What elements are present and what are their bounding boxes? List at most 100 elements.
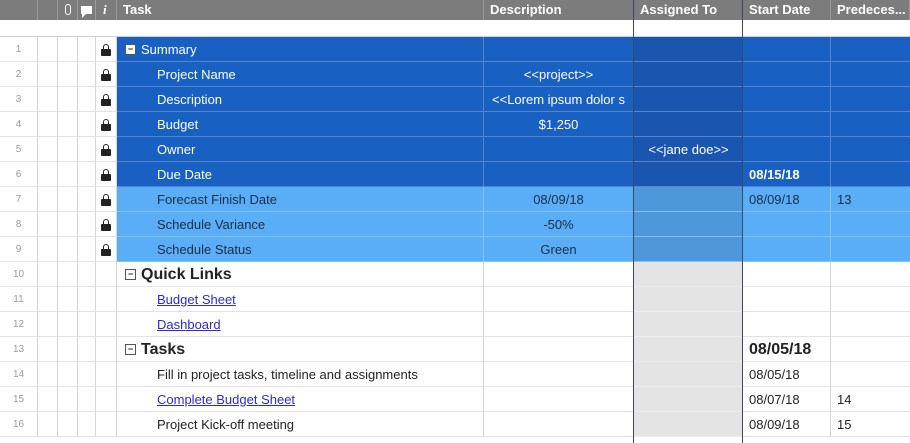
start-date-cell[interactable] [743,62,831,87]
table-row[interactable]: 14 Fill in project tasks, timeline and a… [0,362,910,387]
description-cell[interactable]: $1,250 [484,112,634,137]
predecessors-cell[interactable] [831,162,910,187]
task-cell[interactable]: − Quick Links [117,262,484,287]
comment-cell[interactable] [78,137,96,162]
task-cell[interactable]: Forecast Finish Date [117,187,484,212]
comment-cell[interactable] [78,337,96,362]
attachment-cell[interactable] [58,287,78,312]
description-cell[interactable] [484,412,634,437]
table-row[interactable]: 16 Project Kick-off meeting 08/09/18 15 [0,412,910,437]
row-number[interactable]: 14 [0,362,38,387]
attachment-cell[interactable] [58,212,78,237]
complete-budget-sheet-link[interactable]: Complete Budget Sheet [157,392,295,407]
task-cell[interactable]: Owner [117,137,484,162]
row-number[interactable]: 5 [0,137,38,162]
budget-sheet-link[interactable]: Budget Sheet [157,292,236,307]
start-date-cell[interactable] [743,262,831,287]
description-cell[interactable]: <<Lorem ipsum dolor s [484,87,634,112]
attachment-cell[interactable] [58,412,78,437]
collapse-toggle-icon[interactable]: − [125,344,136,356]
row-number[interactable]: 10 [0,262,38,287]
start-date-cell[interactable] [743,137,831,162]
attachment-cell[interactable] [58,187,78,212]
assigned-to-cell[interactable] [634,62,743,87]
predecessors-cell[interactable]: 14 [831,387,910,412]
comment-cell[interactable] [78,237,96,262]
table-row[interactable]: 13 − Tasks 08/05/18 [0,337,910,362]
row-number[interactable]: 6 [0,162,38,187]
comment-cell[interactable] [78,162,96,187]
attachment-cell[interactable] [58,362,78,387]
description-cell[interactable]: -50% [484,212,634,237]
start-date-cell[interactable] [743,287,831,312]
predecessors-cell[interactable] [831,237,910,262]
comment-cell[interactable] [78,312,96,337]
start-date-cell[interactable] [743,37,831,62]
description-cell[interactable]: <<project>> [484,62,634,87]
comment-cell[interactable] [78,87,96,112]
table-row[interactable]: 5 Owner <<jane doe>> [0,137,910,162]
task-column-header[interactable]: Task [117,0,484,20]
row-number[interactable]: 7 [0,187,38,212]
attachment-cell[interactable] [58,237,78,262]
table-row[interactable]: 6 Due Date 08/15/18 [0,162,910,187]
task-cell[interactable]: Fill in project tasks, timeline and assi… [117,362,484,387]
start-date-cell[interactable]: 08/05/18 [743,337,831,362]
task-cell[interactable]: Dashboard [117,312,484,337]
assigned-to-cell[interactable] [634,412,743,437]
task-cell[interactable]: Due Date [117,162,484,187]
description-cell[interactable] [484,387,634,412]
start-date-cell[interactable]: 08/07/18 [743,387,831,412]
table-row[interactable]: 10 − Quick Links [0,262,910,287]
assigned-to-cell[interactable] [634,162,743,187]
row-number[interactable]: 15 [0,387,38,412]
comment-cell[interactable] [78,187,96,212]
assigned-to-cell[interactable] [634,37,743,62]
table-row[interactable]: 2 Project Name <<project>> [0,62,910,87]
task-cell[interactable]: Schedule Status [117,237,484,262]
comments-column-header[interactable] [78,0,96,20]
predecessors-cell[interactable] [831,312,910,337]
assigned-to-cell[interactable] [634,237,743,262]
row-number[interactable]: 8 [0,212,38,237]
assigned-to-cell[interactable]: <<jane doe>> [634,137,743,162]
assigned-to-column-header[interactable]: Assigned To [634,0,743,20]
assigned-to-cell[interactable] [634,262,743,287]
start-date-cell[interactable]: 08/09/18 [743,187,831,212]
task-cell[interactable]: Schedule Variance [117,212,484,237]
task-cell[interactable]: Budget [117,112,484,137]
attachment-cell[interactable] [58,137,78,162]
start-date-cell[interactable] [743,112,831,137]
attachment-cell[interactable] [58,387,78,412]
comment-cell[interactable] [78,287,96,312]
dashboard-link[interactable]: Dashboard [157,317,221,332]
comment-cell[interactable] [78,112,96,137]
info-column-header[interactable]: i [96,0,117,20]
table-row[interactable]: 9 Schedule Status Green [0,237,910,262]
assigned-to-cell[interactable] [634,312,743,337]
collapse-toggle-icon[interactable]: − [125,269,136,281]
assigned-to-cell[interactable] [634,112,743,137]
start-date-cell[interactable] [743,87,831,112]
assigned-to-cell[interactable] [634,362,743,387]
table-row[interactable]: 12 Dashboard [0,312,910,337]
description-cell[interactable] [484,37,634,62]
predecessors-cell[interactable] [831,112,910,137]
description-cell[interactable]: 08/09/18 [484,187,634,212]
attachment-cell[interactable] [58,162,78,187]
predecessors-cell[interactable] [831,262,910,287]
assigned-to-cell[interactable] [634,212,743,237]
attachment-cell[interactable] [58,112,78,137]
predecessors-column-header[interactable]: Predeces... [831,0,910,20]
predecessors-cell[interactable] [831,287,910,312]
row-number[interactable]: 1 [0,37,38,62]
table-row[interactable]: 15 Complete Budget Sheet 08/07/18 14 [0,387,910,412]
assigned-to-cell[interactable] [634,337,743,362]
description-column-header[interactable]: Description [484,0,634,20]
description-cell[interactable] [484,287,634,312]
row-number[interactable]: 9 [0,237,38,262]
description-cell[interactable] [484,312,634,337]
row-number[interactable]: 11 [0,287,38,312]
start-date-cell[interactable] [743,237,831,262]
row-number[interactable]: 4 [0,112,38,137]
